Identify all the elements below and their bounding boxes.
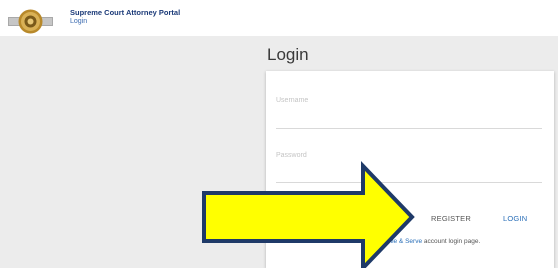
file-serve-link[interactable]: File & Serve [387, 238, 422, 245]
login-button[interactable]: LOGIN [503, 214, 527, 223]
court-seal-icon [8, 9, 53, 34]
footer-text: n to File & Serve account login page. [374, 238, 480, 245]
header: Supreme Court Attorney Portal Login [0, 0, 558, 36]
password-field[interactable]: Password [276, 152, 307, 159]
username-field[interactable]: Username [276, 97, 308, 104]
login-heading: Login [267, 45, 309, 64]
footer-suffix: account login page. [422, 238, 481, 245]
footer-prefix: n to [374, 238, 387, 245]
portal-subtitle: Login [70, 18, 88, 25]
register-button[interactable]: REGISTER [431, 214, 471, 223]
password-underline [276, 182, 542, 183]
portal-title: Supreme Court Attorney Portal [70, 8, 181, 17]
username-underline [276, 128, 542, 129]
login-card: Username Password REGISTER LOGIN n to Fi… [266, 71, 554, 268]
